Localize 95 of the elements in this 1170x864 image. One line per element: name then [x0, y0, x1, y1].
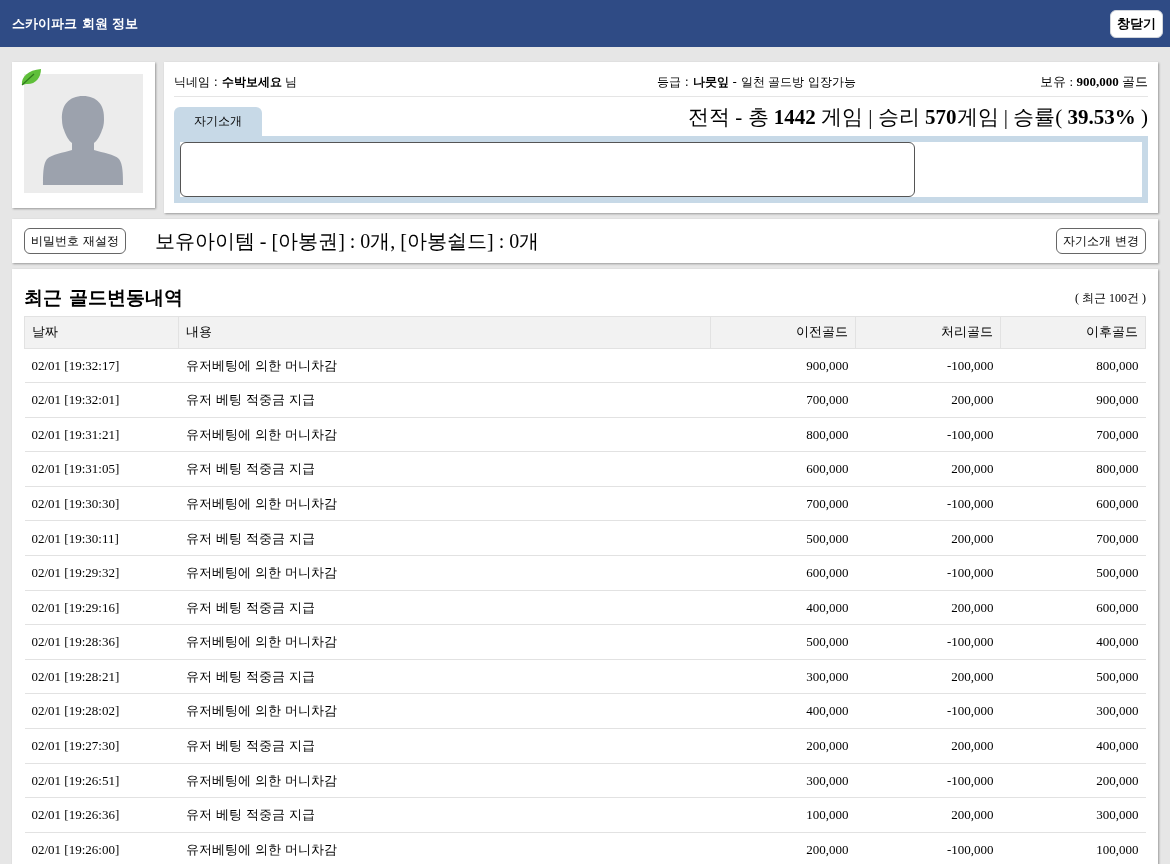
- table-cell: -100,000: [855, 417, 1001, 452]
- table-cell: 유저 베팅 적중금 지급: [178, 728, 711, 764]
- leaf-icon: [20, 68, 42, 86]
- table-cell: 200,000: [855, 590, 1001, 625]
- table-cell: -100,000: [855, 832, 1001, 864]
- table-cell: 900,000: [1000, 382, 1146, 418]
- table-cell: 500,000: [710, 520, 856, 556]
- table-cell: 600,000: [1000, 486, 1146, 521]
- table-cell: 400,000: [710, 590, 856, 625]
- column-header: 처리골드: [855, 316, 1001, 348]
- table-cell: 유저 베팅 적중금 지급: [178, 797, 711, 833]
- column-header: 이전골드: [710, 316, 856, 348]
- count-note: ( 최근 100건 ): [1075, 289, 1146, 307]
- table-cell: 300,000: [1000, 797, 1146, 833]
- table-cell: 800,000: [1000, 451, 1146, 487]
- table-cell: 02/01 [19:28:36]: [24, 624, 179, 660]
- table-cell: 02/01 [19:26:51]: [24, 763, 179, 798]
- close-button[interactable]: 창닫기: [1110, 9, 1163, 38]
- table-cell: 유저 베팅 적중금 지급: [178, 590, 711, 625]
- table-cell: -100,000: [855, 763, 1001, 798]
- table-cell: 300,000: [1000, 693, 1146, 729]
- grade-text: 등급 : 나뭇잎 - 일천 골드방 입장가능: [657, 74, 857, 91]
- table-cell: 유저 베팅 적중금 지급: [178, 451, 711, 487]
- table-cell: 600,000: [1000, 590, 1146, 625]
- table-cell: 200,000: [855, 451, 1001, 487]
- column-header: 날짜: [24, 316, 179, 348]
- table-cell: 02/01 [19:27:30]: [24, 728, 179, 764]
- table-cell: 400,000: [710, 693, 856, 729]
- table-cell: 유저베팅에 의한 머니차감: [178, 555, 711, 591]
- table-cell: 100,000: [710, 797, 856, 833]
- table-cell: -100,000: [855, 555, 1001, 591]
- table-cell: 유저베팅에 의한 머니차감: [178, 693, 711, 729]
- table-cell: 900,000: [710, 348, 856, 383]
- table-cell: 유저베팅에 의한 머니차감: [178, 486, 711, 521]
- column-header: 내용: [178, 316, 711, 348]
- intro-tab[interactable]: 자기소개: [174, 106, 262, 136]
- table-cell: 유저베팅에 의한 머니차감: [178, 348, 711, 383]
- nickname-text: 닉네임 : 수박보세요 님: [174, 75, 298, 89]
- avatar-icon: [24, 74, 143, 193]
- table-cell: 200,000: [1000, 763, 1146, 798]
- table-cell: 500,000: [1000, 659, 1146, 694]
- table-cell: 유저 베팅 적중금 지급: [178, 520, 711, 556]
- table-cell: 600,000: [710, 451, 856, 487]
- table-cell: 유저베팅에 의한 머니차감: [178, 624, 711, 660]
- table-cell: 02/01 [19:26:00]: [24, 832, 179, 864]
- table-cell: 800,000: [1000, 348, 1146, 383]
- table-cell: 02/01 [19:29:32]: [24, 555, 179, 591]
- window-title: 스카이파크 회원 정보: [12, 14, 139, 33]
- table-cell: 200,000: [855, 382, 1001, 418]
- table-cell: 200,000: [855, 728, 1001, 764]
- table-cell: 700,000: [1000, 520, 1146, 556]
- table-cell: 700,000: [710, 382, 856, 418]
- table-cell: 500,000: [1000, 555, 1146, 591]
- table-cell: 500,000: [710, 624, 856, 660]
- column-header: 이후골드: [1000, 316, 1146, 348]
- table-cell: 02/01 [19:31:05]: [24, 451, 179, 487]
- table-cell: 유저베팅에 의한 머니차감: [178, 832, 711, 864]
- table-cell: -100,000: [855, 486, 1001, 521]
- table-cell: -100,000: [855, 348, 1001, 383]
- edit-intro-button[interactable]: 자기소개 변경: [1056, 227, 1146, 254]
- table-cell: -100,000: [855, 624, 1001, 660]
- table-cell: 400,000: [1000, 624, 1146, 660]
- table-cell: 700,000: [710, 486, 856, 521]
- table-cell: 유저 베팅 적중금 지급: [178, 659, 711, 694]
- table-cell: 200,000: [855, 797, 1001, 833]
- table-cell: 02/01 [19:32:17]: [24, 348, 179, 383]
- table-cell: 유저 베팅 적중금 지급: [178, 382, 711, 418]
- table-cell: 02/01 [19:31:21]: [24, 417, 179, 452]
- section-title: 최근 골드변동내역: [24, 285, 183, 311]
- table-cell: 02/01 [19:28:02]: [24, 693, 179, 729]
- table-cell: 600,000: [710, 555, 856, 591]
- table-cell: 유저베팅에 의한 머니차감: [178, 763, 711, 798]
- table-cell: 100,000: [1000, 832, 1146, 864]
- table-cell: 200,000: [710, 728, 856, 764]
- table-cell: 02/01 [19:29:16]: [24, 590, 179, 625]
- table-cell: 200,000: [710, 832, 856, 864]
- table-cell: 200,000: [855, 520, 1001, 556]
- table-cell: 300,000: [710, 659, 856, 694]
- balance-text: 보유 : 900,000 골드: [1040, 73, 1148, 92]
- intro-field[interactable]: [180, 141, 915, 197]
- table-cell: 400,000: [1000, 728, 1146, 764]
- table-cell: 02/01 [19:32:01]: [24, 382, 179, 418]
- table-cell: 02/01 [19:30:11]: [24, 520, 179, 556]
- table-cell: 300,000: [710, 763, 856, 798]
- password-reset-button[interactable]: 비밀번호 재설정: [24, 227, 126, 254]
- items-text: 보유아이템 - [아봉권] : 0개, [아봉쉴드] : 0개: [154, 228, 540, 254]
- table-cell: 02/01 [19:30:30]: [24, 486, 179, 521]
- table-cell: 700,000: [1000, 417, 1146, 452]
- table-cell: 02/01 [19:28:21]: [24, 659, 179, 694]
- record-text: 전적 - 총 1442 게임 | 승리 570게임 | 승률( 39.53% ): [688, 104, 1148, 131]
- table-cell: 02/01 [19:26:36]: [24, 797, 179, 833]
- table-cell: 200,000: [855, 659, 1001, 694]
- table-cell: 유저베팅에 의한 머니차감: [178, 417, 711, 452]
- table-cell: 800,000: [710, 417, 856, 452]
- table-cell: -100,000: [855, 693, 1001, 729]
